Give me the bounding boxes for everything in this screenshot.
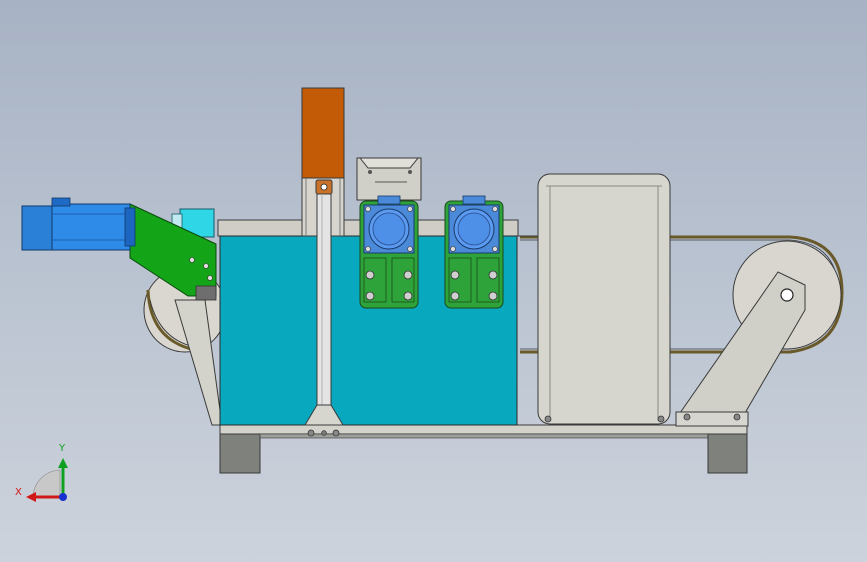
roller-bearing-unit-1: [359, 195, 419, 309]
x-axis-arrowhead: [26, 492, 36, 502]
roller-bearing-unit-2: [444, 195, 504, 309]
y-axis-label: Y: [59, 443, 66, 454]
triad-plane-arc: [32, 469, 61, 498]
model-drawing: [21, 87, 844, 502]
drive-motor: [21, 197, 136, 251]
y-axis-arrowhead: [58, 458, 68, 468]
z-axis-dot: [59, 493, 67, 501]
gear-box-housing: [537, 173, 671, 425]
base-frame: [219, 424, 748, 474]
x-axis-label: X: [15, 487, 22, 498]
coordinate-triad[interactable]: [26, 458, 68, 502]
roller-assembly-bracket: [356, 157, 422, 201]
cad-viewport[interactable]: Y X: [0, 0, 867, 562]
